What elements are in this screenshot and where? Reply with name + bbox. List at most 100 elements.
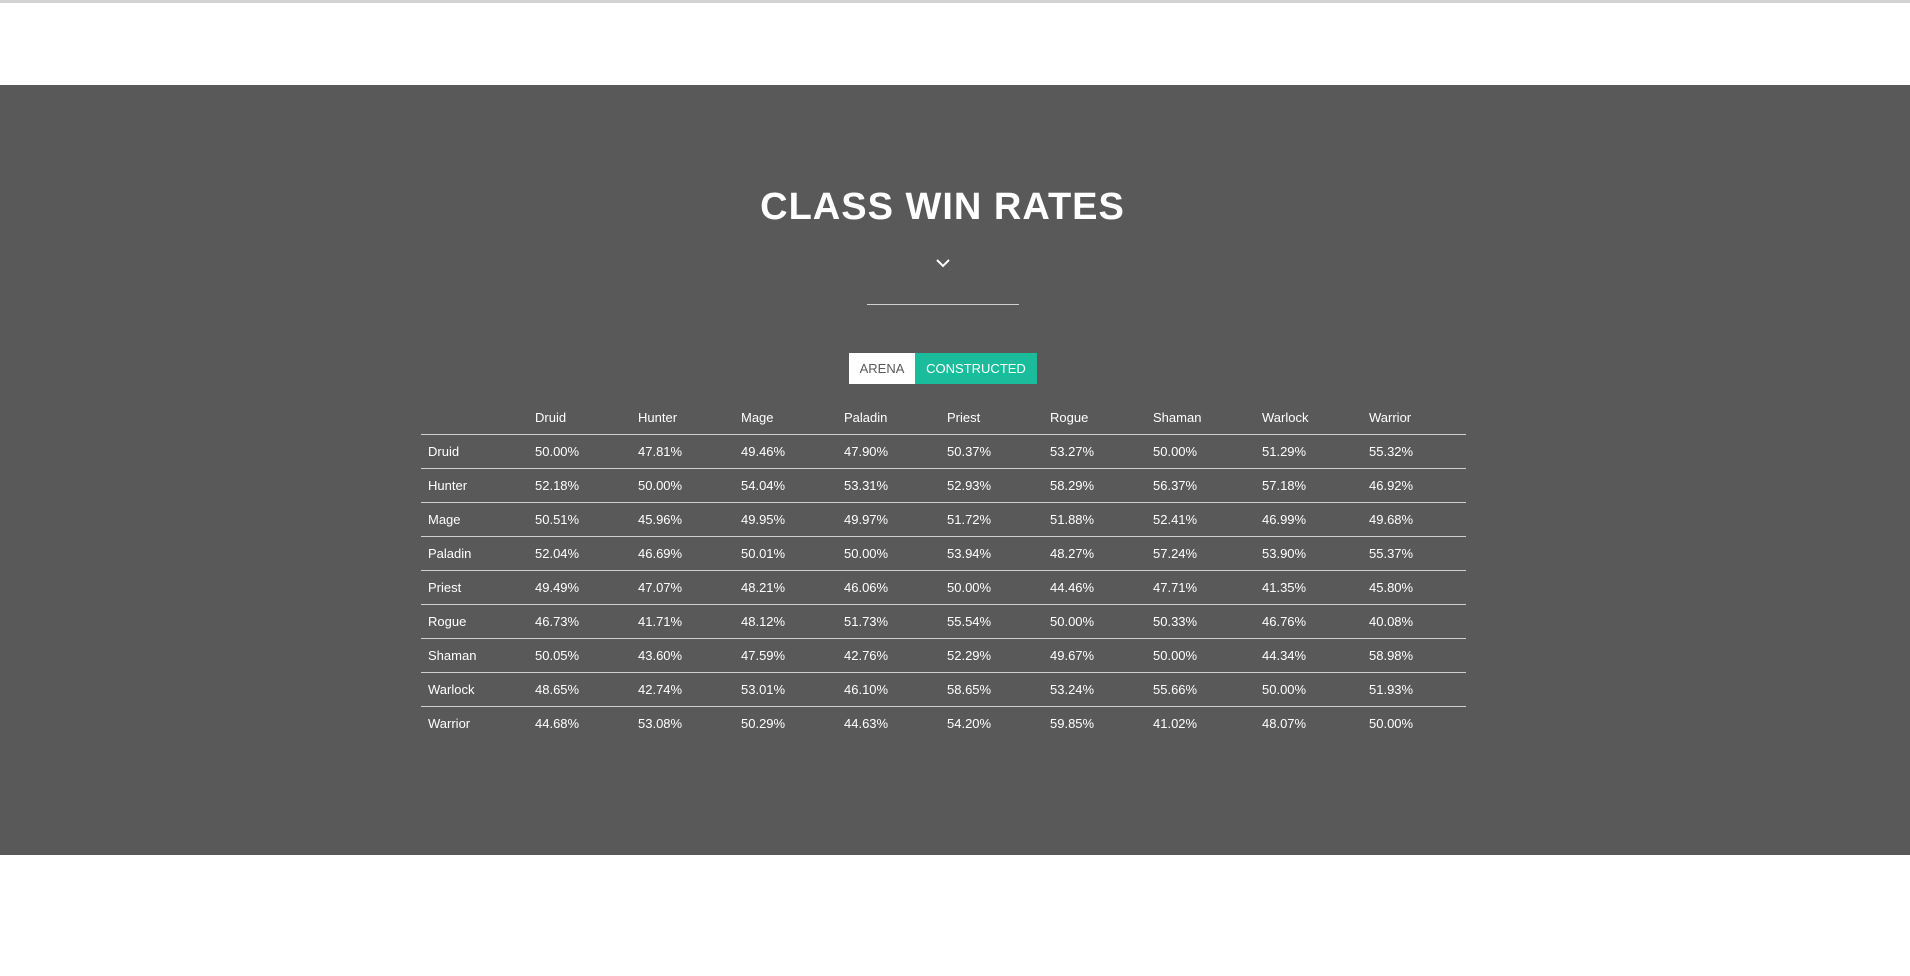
win-rate-cell: 55.37%	[1362, 536, 1466, 571]
win-rate-cell: 42.74%	[631, 672, 734, 707]
win-rate-cell: 50.00%	[837, 536, 940, 571]
row-header-cell: Shaman	[421, 638, 528, 673]
row-header-cell: Mage	[421, 502, 528, 537]
win-rate-cell: 55.66%	[1146, 672, 1255, 707]
table-row: Paladin 52.04% 46.69% 50.01% 50.00% 53.94% 48.…	[421, 536, 1466, 571]
win-rate-cell: 42.76%	[837, 638, 940, 673]
win-rate-cell: 52.18%	[528, 468, 631, 503]
win-rate-cell: 41.35%	[1255, 570, 1362, 605]
table-row: Druid 50.00% 47.81% 49.46% 47.90% 50.37% 53.27…	[421, 434, 1466, 469]
browser-top-border	[0, 0, 1910, 3]
win-rate-cell: 46.76%	[1255, 604, 1362, 639]
win-rate-cell: 53.27%	[1043, 434, 1146, 469]
chevron-down-icon[interactable]	[935, 255, 951, 271]
win-rate-cell: 50.33%	[1146, 604, 1255, 639]
win-rate-cell: 48.12%	[734, 604, 837, 639]
win-rate-cell: 44.34%	[1255, 638, 1362, 673]
row-header-cell: Warrior	[428, 716, 471, 731]
win-rate-cell: 46.10%	[837, 672, 940, 707]
win-rate-cell: 58.29%	[1043, 468, 1146, 503]
win-rate-cell: 50.00%	[631, 468, 734, 503]
table-row: Shaman 50.05% 43.60% 47.59% 42.76% 52.29% 49.6…	[421, 638, 1466, 673]
win-rate-cell: 53.31%	[837, 468, 940, 503]
win-rate-cell: 45.96%	[631, 502, 734, 537]
win-rate-cell: 52.04%	[528, 536, 631, 571]
win-rate-cell: 59.85%	[1050, 716, 1095, 731]
win-rate-cell: 50.00%	[1146, 434, 1255, 469]
win-rate-cell: 52.41%	[1146, 502, 1255, 537]
column-header: Druid	[528, 400, 631, 435]
win-rate-cell: 53.24%	[1043, 672, 1146, 707]
column-header: Priest	[940, 400, 1043, 435]
win-rate-cell: 50.37%	[940, 434, 1043, 469]
column-header: Hunter	[631, 400, 734, 435]
win-rate-cell: 51.72%	[940, 502, 1043, 537]
win-rate-cell: 46.06%	[837, 570, 940, 605]
win-rate-cell: 46.92%	[1362, 468, 1466, 503]
column-header: Warlock	[1255, 400, 1362, 435]
column-header: Warrior	[1362, 400, 1466, 435]
column-header: Mage	[734, 400, 837, 435]
win-rate-cell: 44.68%	[535, 716, 580, 731]
win-rate-cell: 47.90%	[837, 434, 940, 469]
row-header-cell: Rogue	[421, 604, 528, 639]
win-rate-cell: 48.65%	[528, 672, 631, 707]
win-rate-cell: 41.71%	[631, 604, 734, 639]
win-rate-cell: 50.01%	[734, 536, 837, 571]
win-rate-cell: 50.00%	[1043, 604, 1146, 639]
win-rate-cell: 49.49%	[528, 570, 631, 605]
win-rate-cell: 46.73%	[528, 604, 631, 639]
win-rate-cell: 54.20%	[947, 716, 992, 731]
win-rate-cell: 46.69%	[631, 536, 734, 571]
win-rate-cell: 41.02%	[1153, 716, 1198, 731]
win-rate-cell: 46.99%	[1255, 502, 1362, 537]
win-rate-cell: 47.07%	[631, 570, 734, 605]
win-rate-cell: 55.32%	[1362, 434, 1466, 469]
win-rate-cell: 50.00%	[528, 434, 631, 469]
row-header-cell: Paladin	[421, 536, 528, 571]
win-rate-cell: 53.01%	[734, 672, 837, 707]
win-rate-cell: 55.54%	[940, 604, 1043, 639]
row-header-cell: Priest	[421, 570, 528, 605]
win-rate-cell: 50.29%	[741, 716, 786, 731]
arena-button[interactable]: ARENA	[849, 353, 915, 384]
win-rate-cell: 50.00%	[1369, 716, 1414, 731]
win-rate-cell: 49.68%	[1362, 502, 1466, 537]
win-rate-table: Druid Hunter Mage Paladin Priest Rogue Shaman W…	[421, 400, 1466, 740]
win-rate-cell: 56.37%	[1146, 468, 1255, 503]
win-rate-cell: 49.46%	[734, 434, 837, 469]
header-corner-cell	[421, 400, 528, 435]
column-header: Paladin	[837, 400, 940, 435]
row-header-cell: Druid	[421, 434, 528, 469]
constructed-button[interactable]: CONSTRUCTED	[915, 353, 1037, 384]
win-rate-cell: 52.93%	[940, 468, 1043, 503]
table-row: Priest 49.49% 47.07% 48.21% 46.06% 50.00% 44.4…	[421, 570, 1466, 605]
win-rate-cell: 50.00%	[1255, 672, 1362, 707]
row-header-cell: Hunter	[421, 468, 528, 503]
page-title: CLASS WIN RATES	[760, 186, 1125, 228]
mode-toggle: ARENA CONSTRUCTED	[849, 353, 1037, 384]
win-rate-cell: 51.88%	[1043, 502, 1146, 537]
table-body: Druid 50.00% 47.81% 49.46% 47.90% 50.37% 53.27…	[421, 434, 1466, 741]
win-rate-cell: 50.05%	[528, 638, 631, 673]
table-header-row: Druid Hunter Mage Paladin Priest Rogue Shaman W…	[421, 400, 1466, 435]
table-row: Warrior 44.68% 53.08% 50.29% 44.63% 54.20% 59.…	[421, 707, 1466, 741]
win-rate-cell: 51.93%	[1362, 672, 1466, 707]
win-rate-cell: 53.90%	[1255, 536, 1362, 571]
win-rate-cell: 48.27%	[1043, 536, 1146, 571]
win-rate-cell: 49.95%	[734, 502, 837, 537]
row-header-cell: Warlock	[421, 672, 528, 707]
win-rate-cell: 53.94%	[940, 536, 1043, 571]
win-rate-cell: 49.67%	[1043, 638, 1146, 673]
win-rate-cell: 43.60%	[631, 638, 734, 673]
table-row: Warlock 48.65% 42.74% 53.01% 46.10% 58.65% 53.…	[421, 672, 1466, 707]
win-rate-cell: 47.71%	[1146, 570, 1255, 605]
win-rate-cell: 53.08%	[638, 716, 683, 731]
win-rate-cell: 44.63%	[844, 716, 889, 731]
win-rate-cell: 51.73%	[837, 604, 940, 639]
win-rate-cell: 50.00%	[1146, 638, 1255, 673]
win-rate-cell: 57.18%	[1255, 468, 1362, 503]
title-divider	[867, 304, 1019, 305]
win-rate-cell: 58.98%	[1362, 638, 1466, 673]
win-rate-cell: 48.21%	[734, 570, 837, 605]
